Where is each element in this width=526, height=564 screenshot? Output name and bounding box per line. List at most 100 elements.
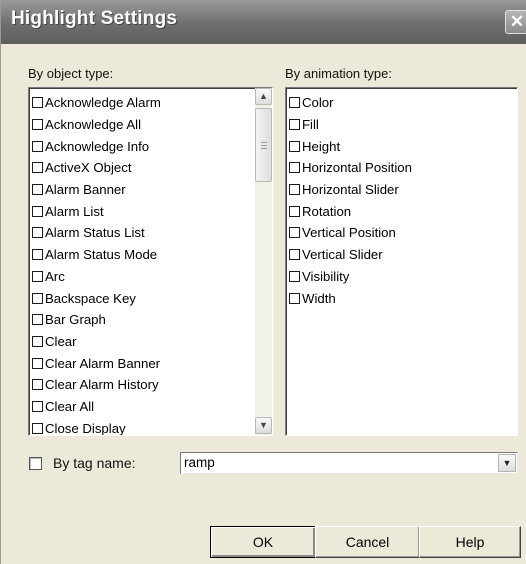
animation-type-item-label: Vertical Position bbox=[302, 225, 396, 241]
object-type-item-label: Acknowledge Info bbox=[45, 138, 150, 154]
checkbox-icon[interactable] bbox=[32, 162, 43, 174]
object-type-item[interactable]: Alarm Banner bbox=[32, 179, 161, 201]
animation-type-items: Color Fill Height Horizontal Position Horizo… bbox=[289, 92, 412, 309]
checkbox-icon[interactable] bbox=[32, 292, 43, 304]
animation-type-item[interactable]: Rotation bbox=[289, 200, 412, 222]
checkbox-icon[interactable] bbox=[32, 270, 43, 282]
object-type-item[interactable]: Bar Graph bbox=[32, 309, 161, 331]
object-list-scrollbar[interactable]: ▲ ▼ bbox=[255, 88, 272, 435]
object-type-item[interactable]: Acknowledge Alarm bbox=[32, 92, 161, 114]
animation-type-item-label: Rotation bbox=[302, 203, 352, 219]
object-type-items: Acknowledge Alarm Acknowledge All Acknowle… bbox=[32, 92, 161, 436]
animation-type-list[interactable]: Color Fill Height Horizontal Position Horizo… bbox=[285, 87, 518, 436]
object-type-item-label: Clear All bbox=[45, 398, 95, 414]
object-type-item[interactable]: Alarm Status Mode bbox=[32, 244, 161, 266]
checkbox-icon[interactable] bbox=[32, 227, 43, 239]
animation-type-label: By animation type: bbox=[285, 66, 392, 81]
checkbox-icon[interactable] bbox=[289, 162, 300, 174]
animation-type-item[interactable]: Color bbox=[289, 92, 412, 114]
checkbox-icon[interactable] bbox=[32, 97, 43, 109]
checkbox-icon[interactable] bbox=[289, 270, 300, 282]
object-type-item-label: Arc bbox=[45, 268, 65, 284]
object-type-item-label: Clear Alarm Banner bbox=[45, 355, 161, 371]
checkbox-icon[interactable] bbox=[32, 184, 43, 196]
object-type-item[interactable]: Alarm List bbox=[32, 200, 161, 222]
object-type-item-label: Acknowledge All bbox=[45, 117, 142, 133]
checkbox-icon[interactable] bbox=[289, 249, 300, 261]
animation-type-item[interactable]: Fill bbox=[289, 114, 412, 136]
animation-type-item[interactable]: Vertical Slider bbox=[289, 244, 412, 266]
animation-type-item-label: Visibility bbox=[302, 268, 350, 284]
cancel-button[interactable]: Cancel bbox=[315, 526, 420, 558]
object-type-item[interactable]: ActiveX Object bbox=[32, 157, 161, 179]
animation-type-item-label: Vertical Slider bbox=[302, 247, 383, 263]
tag-name-value[interactable]: ramp bbox=[184, 455, 215, 470]
checkbox-icon[interactable] bbox=[289, 140, 300, 152]
animation-type-item-label: Width bbox=[302, 290, 336, 306]
object-type-item[interactable]: Close Display bbox=[32, 417, 161, 436]
title-bar[interactable]: Highlight Settings ✕ bbox=[1, 0, 526, 44]
ok-button[interactable]: OK bbox=[210, 526, 316, 558]
object-type-item[interactable]: Backspace Key bbox=[32, 287, 161, 309]
object-type-item-label: Alarm List bbox=[45, 203, 104, 219]
tag-name-checkbox[interactable] bbox=[29, 457, 42, 470]
object-type-item-label: Clear bbox=[45, 333, 77, 349]
checkbox-icon[interactable] bbox=[289, 292, 300, 304]
object-type-item-label: Alarm Status List bbox=[45, 225, 145, 241]
checkbox-icon[interactable] bbox=[32, 422, 43, 434]
object-type-item-label: Close Display bbox=[45, 420, 126, 436]
animation-type-item[interactable]: Width bbox=[289, 287, 412, 309]
checkbox-icon[interactable] bbox=[32, 400, 43, 412]
checkbox-icon[interactable] bbox=[289, 205, 300, 217]
checkbox-icon[interactable] bbox=[32, 379, 43, 391]
object-type-item[interactable]: Acknowledge Info bbox=[32, 135, 161, 157]
checkbox-icon[interactable] bbox=[289, 227, 300, 239]
object-type-item-label: Backspace Key bbox=[45, 290, 136, 306]
animation-type-item[interactable]: Height bbox=[289, 135, 412, 157]
checkbox-icon[interactable] bbox=[289, 184, 300, 196]
scroll-down-icon[interactable]: ▼ bbox=[255, 417, 272, 434]
object-type-item[interactable]: Clear All bbox=[32, 396, 161, 418]
help-button[interactable]: Help bbox=[419, 526, 521, 558]
tag-name-label: By tag name: bbox=[53, 455, 136, 471]
animation-type-item[interactable]: Horizontal Position bbox=[289, 157, 412, 179]
checkbox-icon[interactable] bbox=[32, 249, 43, 261]
checkbox-icon[interactable] bbox=[32, 140, 43, 152]
object-type-item[interactable]: Clear bbox=[32, 331, 161, 353]
checkbox-icon[interactable] bbox=[289, 97, 300, 109]
scroll-thumb[interactable] bbox=[255, 108, 272, 182]
checkbox-icon[interactable] bbox=[32, 314, 43, 326]
checkbox-icon[interactable] bbox=[32, 205, 43, 217]
animation-type-item-label: Horizontal Position bbox=[302, 160, 412, 176]
animation-type-item[interactable]: Vertical Position bbox=[289, 222, 412, 244]
scroll-up-icon[interactable]: ▲ bbox=[255, 88, 272, 105]
animation-type-item-label: Horizontal Slider bbox=[302, 182, 399, 198]
animation-type-item[interactable]: Visibility bbox=[289, 266, 412, 288]
object-type-item[interactable]: Alarm Status List bbox=[32, 222, 161, 244]
object-type-item-label: Bar Graph bbox=[45, 312, 106, 328]
object-type-item[interactable]: Acknowledge All bbox=[32, 114, 161, 136]
highlight-settings-dialog: Highlight Settings ✕ By object type: Ack… bbox=[0, 0, 526, 564]
object-type-item[interactable]: Arc bbox=[32, 266, 161, 288]
object-type-item-label: Alarm Banner bbox=[45, 182, 126, 198]
checkbox-icon[interactable] bbox=[32, 335, 43, 347]
checkbox-icon[interactable] bbox=[289, 119, 300, 131]
checkbox-icon[interactable] bbox=[32, 357, 43, 369]
object-type-item-label: Clear Alarm History bbox=[45, 377, 159, 393]
animation-type-item-label: Height bbox=[302, 138, 341, 154]
object-type-item[interactable]: Clear Alarm Banner bbox=[32, 352, 161, 374]
object-type-item[interactable]: Clear Alarm History bbox=[32, 374, 161, 396]
object-type-item-label: Acknowledge Alarm bbox=[45, 95, 161, 111]
animation-type-item[interactable]: Horizontal Slider bbox=[289, 179, 412, 201]
close-icon[interactable]: ✕ bbox=[505, 10, 526, 34]
object-type-item-label: ActiveX Object bbox=[45, 160, 132, 176]
animation-type-item-label: Color bbox=[302, 95, 334, 111]
object-type-label: By object type: bbox=[28, 66, 114, 81]
chevron-down-icon[interactable]: ▼ bbox=[498, 454, 516, 472]
checkbox-icon[interactable] bbox=[32, 119, 43, 131]
object-type-list[interactable]: Acknowledge Alarm Acknowledge All Acknowle… bbox=[28, 87, 273, 436]
tag-name-combobox[interactable]: ramp ▼ bbox=[180, 452, 518, 474]
animation-type-item-label: Fill bbox=[302, 117, 319, 133]
object-type-item-label: Alarm Status Mode bbox=[45, 247, 158, 263]
window-title: Highlight Settings bbox=[11, 8, 178, 29]
